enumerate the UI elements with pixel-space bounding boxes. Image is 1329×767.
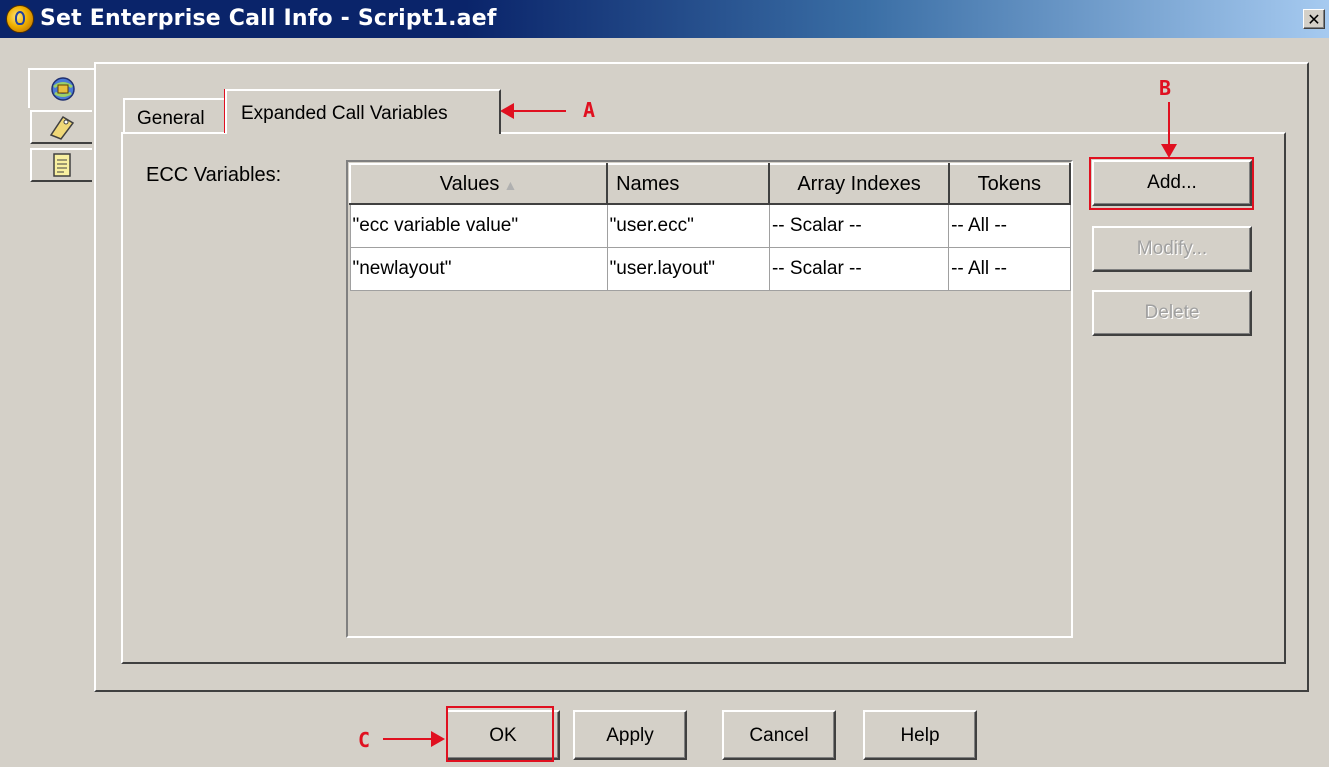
table-row[interactable]: "ecc variable value" "user.ecc" -- Scala…	[349, 203, 1071, 248]
tab-general-label: General	[137, 108, 205, 129]
ecc-grid: Values ▲ Names Array Indexes Tokens "ecc …	[348, 163, 1072, 291]
column-header-names[interactable]: Names	[606, 163, 771, 205]
cell-value: "ecc variable value"	[349, 203, 608, 248]
apply-button[interactable]: Apply	[573, 710, 687, 760]
side-tab-general-settings[interactable]	[28, 68, 96, 108]
add-button[interactable]: Add...	[1092, 160, 1252, 206]
ok-button[interactable]: OK	[446, 710, 560, 760]
annotation-arrow-c-line	[383, 738, 433, 740]
sort-ascending-icon: ▲	[503, 176, 518, 193]
arrow-left-icon	[500, 103, 514, 119]
cell-token: -- All --	[948, 246, 1071, 291]
side-tab-document[interactable]	[30, 148, 92, 182]
annotation-label-c: C	[358, 728, 371, 752]
cell-value: "newlayout"	[349, 246, 608, 291]
cancel-button[interactable]: Cancel	[722, 710, 836, 760]
tab-general[interactable]: General	[123, 98, 227, 134]
title-bar[interactable]: Set Enterprise Call Info - Script1.aef ✕	[0, 0, 1329, 38]
column-header-values-label: Values	[439, 172, 500, 195]
cell-array-index: -- Scalar --	[768, 203, 950, 248]
column-header-array-indexes[interactable]: Array Indexes	[768, 163, 950, 205]
modify-button[interactable]: Modify...	[1092, 226, 1252, 272]
document-icon	[53, 153, 71, 177]
tab-expanded-call-variables-label: Expanded Call Variables	[241, 103, 448, 124]
close-button[interactable]: ✕	[1303, 9, 1325, 29]
cell-array-index: -- Scalar --	[768, 246, 950, 291]
tag-icon	[49, 115, 75, 140]
cell-token: -- All --	[948, 203, 1071, 248]
tab-expanded-call-variables[interactable]: Expanded Call Variables	[225, 89, 501, 134]
delete-button[interactable]: Delete	[1092, 290, 1252, 336]
annotation-arrow-a-line	[510, 110, 566, 112]
ecc-variables-table[interactable]: Values ▲ Names Array Indexes Tokens "ecc …	[346, 160, 1073, 638]
help-button[interactable]: Help	[863, 710, 977, 760]
annotation-label-b: B	[1159, 76, 1172, 100]
cell-name: "user.layout"	[606, 246, 770, 291]
table-row[interactable]: "newlayout" "user.layout" -- Scalar -- -…	[349, 246, 1071, 291]
side-tab-tag[interactable]	[30, 110, 92, 144]
column-header-values[interactable]: Values ▲	[348, 163, 609, 205]
arrow-down-icon	[1161, 144, 1177, 158]
annotation-arrow-b-line	[1168, 102, 1170, 146]
ecc-variables-label: ECC Variables:	[146, 164, 282, 186]
app-icon	[6, 5, 34, 33]
window-title: Set Enterprise Call Info - Script1.aef	[40, 6, 497, 31]
arrow-right-icon	[431, 731, 445, 747]
annotation-label-a: A	[583, 98, 596, 122]
column-header-tokens[interactable]: Tokens	[947, 163, 1072, 205]
globe-phone-icon	[51, 77, 75, 101]
cell-name: "user.ecc"	[606, 203, 770, 248]
